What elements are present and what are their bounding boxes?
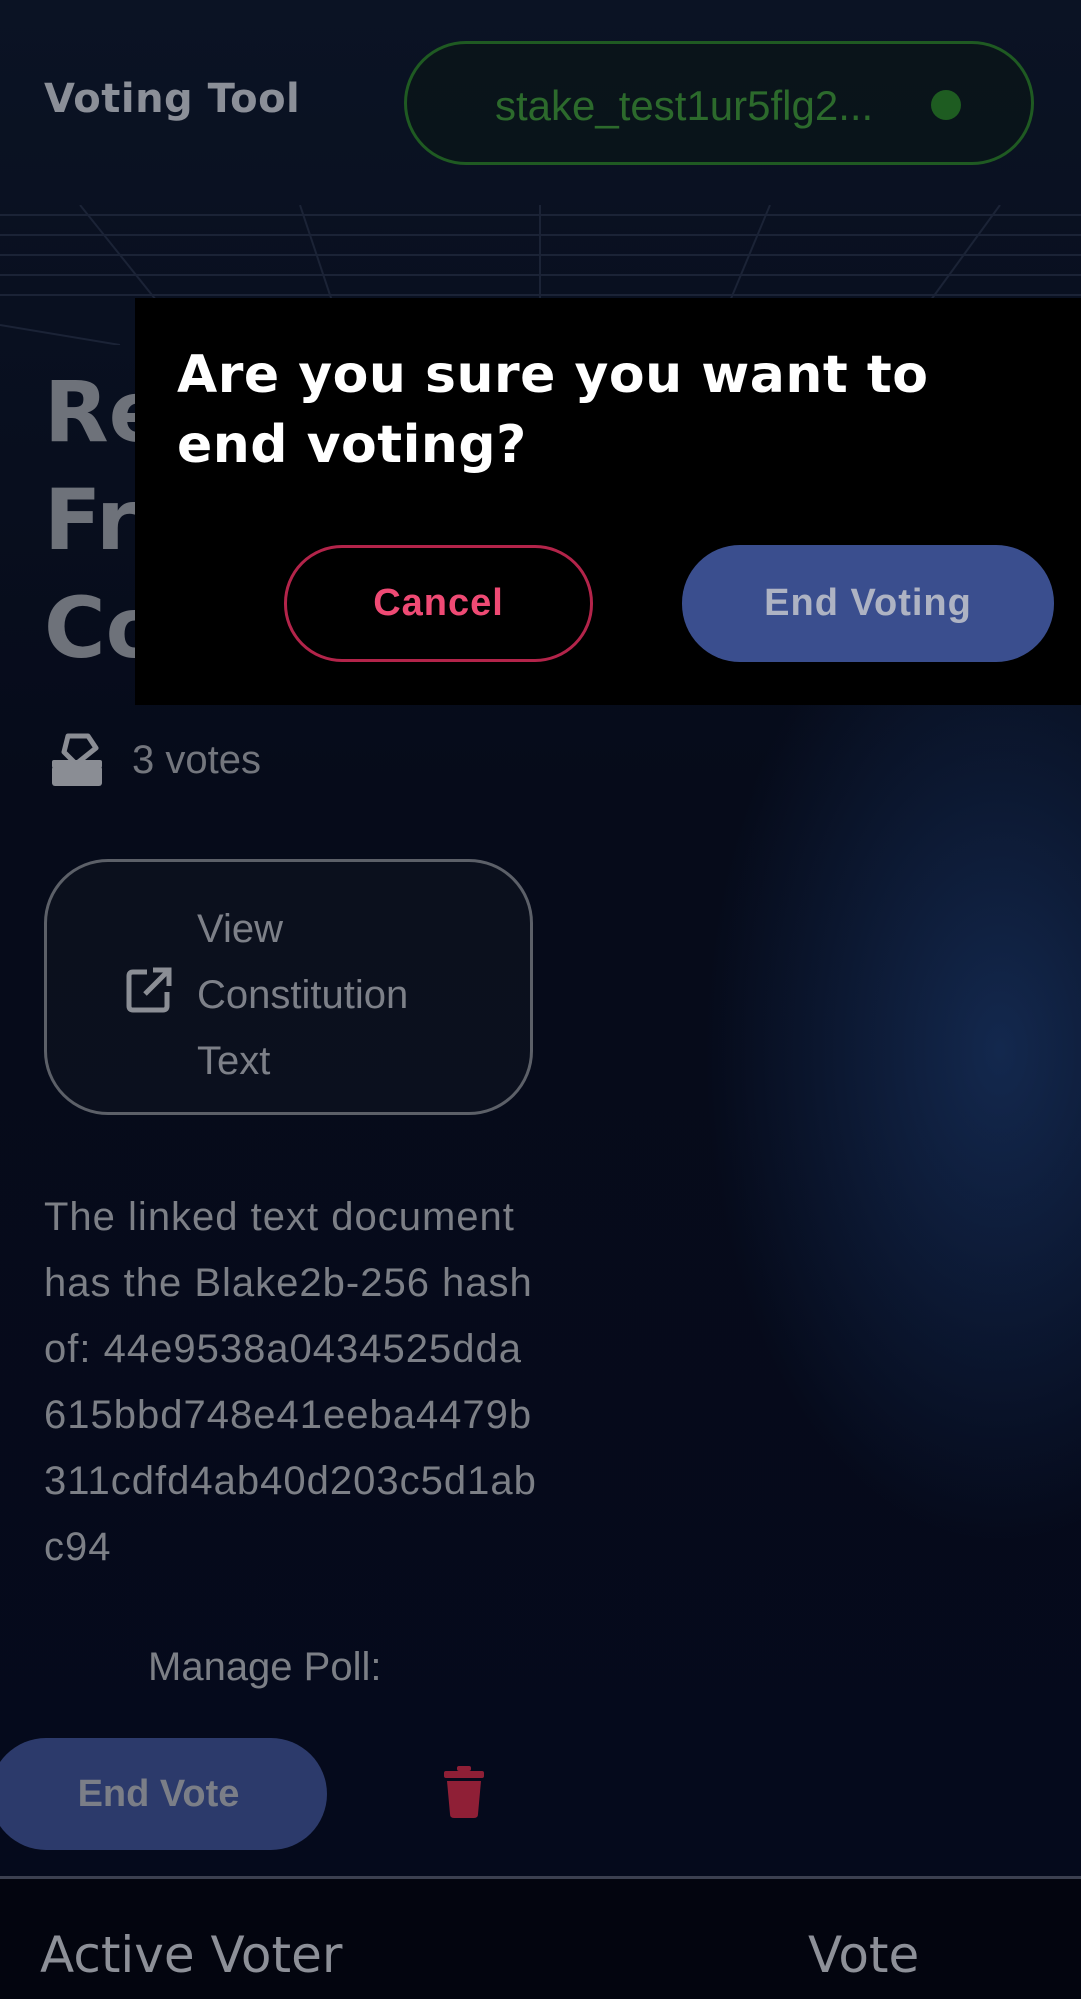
column-header-active-voter: Active Voter — [40, 1926, 343, 1984]
wallet-button[interactable]: stake_test1ur5flg2... — [404, 41, 1034, 165]
end-voting-button[interactable]: End Voting — [682, 545, 1054, 662]
trash-icon[interactable] — [444, 1766, 484, 1818]
column-header-vote: Vote — [808, 1926, 920, 1984]
dialog-title: Are you sure you want to end voting? — [177, 345, 929, 475]
end-vote-button[interactable]: End Vote — [0, 1738, 327, 1850]
connected-dot-icon — [931, 90, 961, 120]
wallet-address: stake_test1ur5flg2... — [495, 82, 874, 129]
manage-poll-label: Manage Poll: — [148, 1645, 382, 1689]
votes-count: 3 votes — [132, 738, 261, 782]
app-title[interactable]: Voting Tool — [44, 76, 300, 122]
view-constitution-button[interactable]: View Constitution Text — [44, 859, 533, 1115]
external-link-icon — [126, 967, 172, 1013]
view-constitution-label: View Constitution Text — [197, 907, 409, 1083]
cancel-button[interactable]: Cancel — [284, 545, 593, 662]
ballot-box-icon — [52, 733, 102, 786]
header: Voting Tool stake_test1ur5flg2... — [0, 0, 1081, 205]
hash-description: The linked text document has the Blake2b… — [44, 1195, 537, 1569]
confirm-end-voting-dialog: Are you sure you want to end voting? Can… — [135, 298, 1081, 705]
